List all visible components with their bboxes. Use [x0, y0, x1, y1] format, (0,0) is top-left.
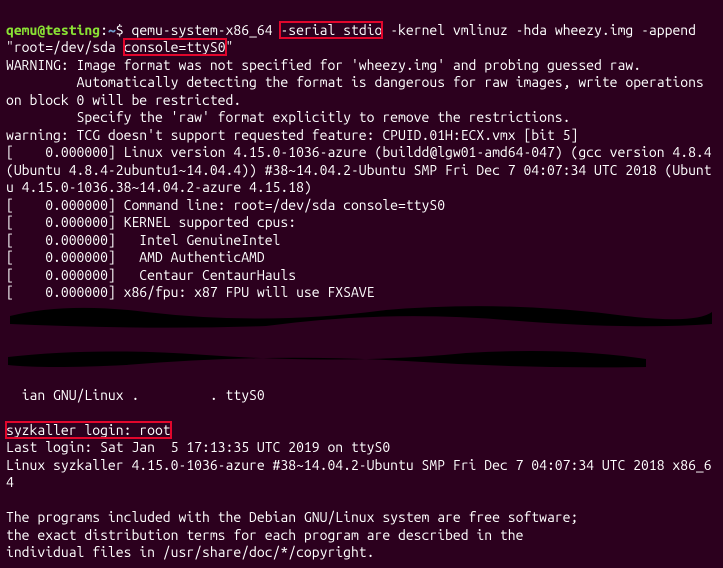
output-line: [ 0.000000] Linux version 4.15.0-1036-az…	[6, 144, 719, 195]
output-line: [ 0.000000] Centaur CentaurHauls	[6, 267, 296, 283]
highlight-serial-stdio: -serial stdio	[280, 22, 382, 38]
output-line: Linux syzkaller 4.15.0-1036-azure #38~14…	[6, 457, 712, 491]
highlight-login-root: syzkaller login: root	[6, 422, 171, 438]
output-line: individual files in /usr/share/doc/*/cop…	[6, 544, 374, 560]
output-line: [ 0.000000] Command line: root=/dev/sda …	[6, 197, 445, 213]
prompt-symbol: $	[116, 22, 132, 38]
redaction-bar-2	[6, 347, 717, 369]
output-line: Specify the 'raw' format explicitly to r…	[6, 109, 570, 125]
blank-line	[6, 404, 14, 420]
output-line: WARNING: Image format was not specified …	[6, 57, 641, 73]
prompt-user: qemu	[6, 22, 37, 38]
output-line: [ 0.000000] KERNEL supported cpus:	[6, 214, 296, 230]
output-line: warning: TCG doesn't support requested f…	[6, 127, 578, 143]
output-line: [ 0.000000] Intel GenuineIntel	[6, 232, 280, 248]
highlight-console-ttys0: console=ttyS0	[124, 39, 226, 55]
output-fragment: ian GNU/Linux . . ttyS0	[6, 387, 265, 403]
output-line: [ 0.000000] x86/fpu: x87 FPU will use FX…	[6, 284, 374, 300]
terminal-output[interactable]: qemu@testing:~$ qemu-system-x86_64 -seri…	[0, 0, 723, 568]
output-line: Last login: Sat Jan 5 17:13:35 UTC 2019 …	[6, 439, 390, 455]
prompt-path: ~	[108, 22, 116, 38]
command-part-a: qemu-system-x86_64	[131, 22, 280, 38]
output-line: The programs included with the Debian GN…	[6, 509, 578, 525]
prompt-line-1: qemu@testing:~$ qemu-system-x86_64 -seri…	[6, 22, 704, 56]
redaction-bar-1	[6, 302, 717, 330]
output-line: Automatically detecting the format is da…	[6, 74, 712, 108]
output-line: [ 0.000000] AMD AuthenticAMD	[6, 249, 265, 265]
output-line: the exact distribution terms for each pr…	[6, 527, 523, 543]
prompt-host: testing	[45, 22, 100, 38]
prompt-colon: :	[100, 22, 108, 38]
command-part-c: "	[226, 39, 234, 55]
